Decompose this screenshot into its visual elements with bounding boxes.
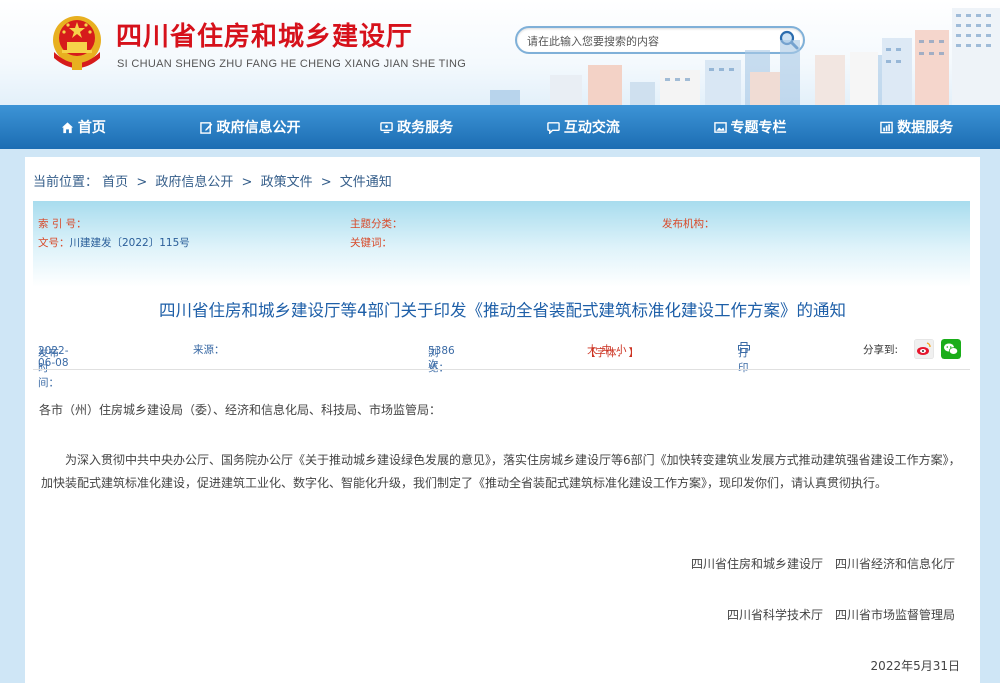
meta-category-label: 主题分类： — [350, 218, 403, 230]
wechat-share-icon[interactable] — [941, 339, 961, 359]
nav-item-services[interactable]: 政务服务 — [333, 105, 500, 149]
chart-icon — [880, 121, 893, 133]
breadcrumb-home[interactable]: 首页 — [102, 175, 128, 190]
article-info-bar: 发布时间： 2022-06-08 来源： 浏览： 5386次 【字体：大中小】 打印… — [33, 339, 970, 389]
breadcrumb-gov-info[interactable]: 政府信息公开 — [155, 175, 233, 190]
content-panel: 当前位置： 首页 > 政府信息公开 > 政策文件 > 文件通知 索 引 号： 主… — [25, 157, 980, 683]
breadcrumb-separator: > — [320, 175, 332, 190]
monitor-icon — [380, 121, 393, 133]
print-button[interactable]: 打印 — [738, 342, 750, 374]
edit-icon — [199, 121, 212, 134]
nav-item-label: 数据服务 — [897, 120, 954, 136]
meta-publisher-label: 发布机构： — [662, 218, 715, 230]
font-size-control: 【字体：大中小】 — [585, 342, 639, 359]
meta-publisher: 发布机构： — [662, 216, 715, 231]
meta-keywords: 关键词： — [350, 235, 392, 250]
breadcrumb-notices[interactable]: 文件通知 — [340, 175, 392, 190]
home-icon — [61, 121, 73, 133]
font-size-close: 】 — [628, 347, 640, 359]
meta-docno: 文号：川建建发〔2022〕115号 — [38, 235, 190, 250]
nav-item-label: 政府信息公开 — [216, 120, 301, 136]
body-paragraph: 为深入贯彻中共中央办公厅、国务院办公厅《关于推动城乡建设绿色发展的意见》，落实住… — [41, 453, 961, 490]
meta-category: 主题分类： — [350, 216, 403, 231]
breadcrumb-separator: > — [136, 175, 148, 190]
view-count-value: 5386次 — [428, 345, 455, 371]
national-emblem-icon — [53, 16, 101, 70]
breadcrumb-separator: > — [241, 175, 253, 190]
salutation: 各市（州）住房城乡建设局（委）、经济和信息化局、科技局、市场监管局： — [39, 403, 442, 417]
signature-date: 2022年5月31日 — [870, 659, 960, 673]
nav-item-label: 首页 — [77, 120, 106, 136]
nav-item-gov-info[interactable]: 政府信息公开 — [167, 105, 334, 149]
nav-item-interaction[interactable]: 互动交流 — [500, 105, 667, 149]
main-nav: 首页 政府信息公开 政务服务 互动交流 专题专栏 数据服务 — [0, 105, 1000, 149]
signature-line-1: 四川省住房和城乡建设厅 四川省经济和信息化厅 — [690, 557, 955, 571]
breadcrumb: 当前位置： 首页 > 政府信息公开 > 政策文件 > 文件通知 — [33, 171, 392, 190]
nav-item-topics[interactable]: 专题专栏 — [667, 105, 834, 149]
document-meta-box: 索 引 号： 主题分类： 发布机构： 文号：川建建发〔2022〕115号 关键词… — [33, 201, 970, 287]
image-icon — [713, 121, 727, 133]
nav-item-home[interactable]: 首页 — [0, 105, 167, 149]
article-title: 四川省住房和城乡建设厅等4部门关于印发《推动全省装配式建筑标准化建设工作方案》的… — [159, 301, 846, 320]
publish-time-value: 2022-06-08 — [38, 345, 69, 369]
nav-item-label: 互动交流 — [563, 120, 620, 136]
print-label: 打印 — [738, 347, 749, 374]
nav-item-label: 专题专栏 — [730, 120, 787, 136]
meta-index-label: 索 引 号： — [38, 218, 87, 230]
nav-item-label: 政务服务 — [397, 120, 454, 136]
chat-icon — [547, 121, 560, 134]
site-title: 四川省住房和城乡建设厅 — [116, 22, 414, 52]
nav-item-data[interactable]: 数据服务 — [833, 105, 1000, 149]
site-header: 四川省住房和城乡建设厅 SI CHUAN SHENG ZHU FANG HE C… — [0, 0, 1000, 105]
meta-index: 索 引 号： — [38, 216, 87, 231]
font-size-open: 【字体： — [585, 347, 627, 359]
weibo-share-icon[interactable] — [914, 339, 934, 359]
divider — [33, 369, 970, 370]
breadcrumb-policy[interactable]: 政策文件 — [261, 175, 313, 190]
city-skyline-illustration — [490, 8, 1000, 105]
signature-line-2: 四川省科学技术厅 四川省市场监督管理局 — [726, 608, 955, 622]
source-label: 来源： — [193, 344, 225, 356]
breadcrumb-prefix: 当前位置： — [33, 175, 99, 190]
meta-docno-label: 文号： — [38, 237, 70, 249]
share-label: 分享到: — [863, 344, 899, 356]
meta-docno-value: 川建建发〔2022〕115号 — [69, 237, 190, 249]
meta-keywords-label: 关键词： — [350, 237, 392, 249]
